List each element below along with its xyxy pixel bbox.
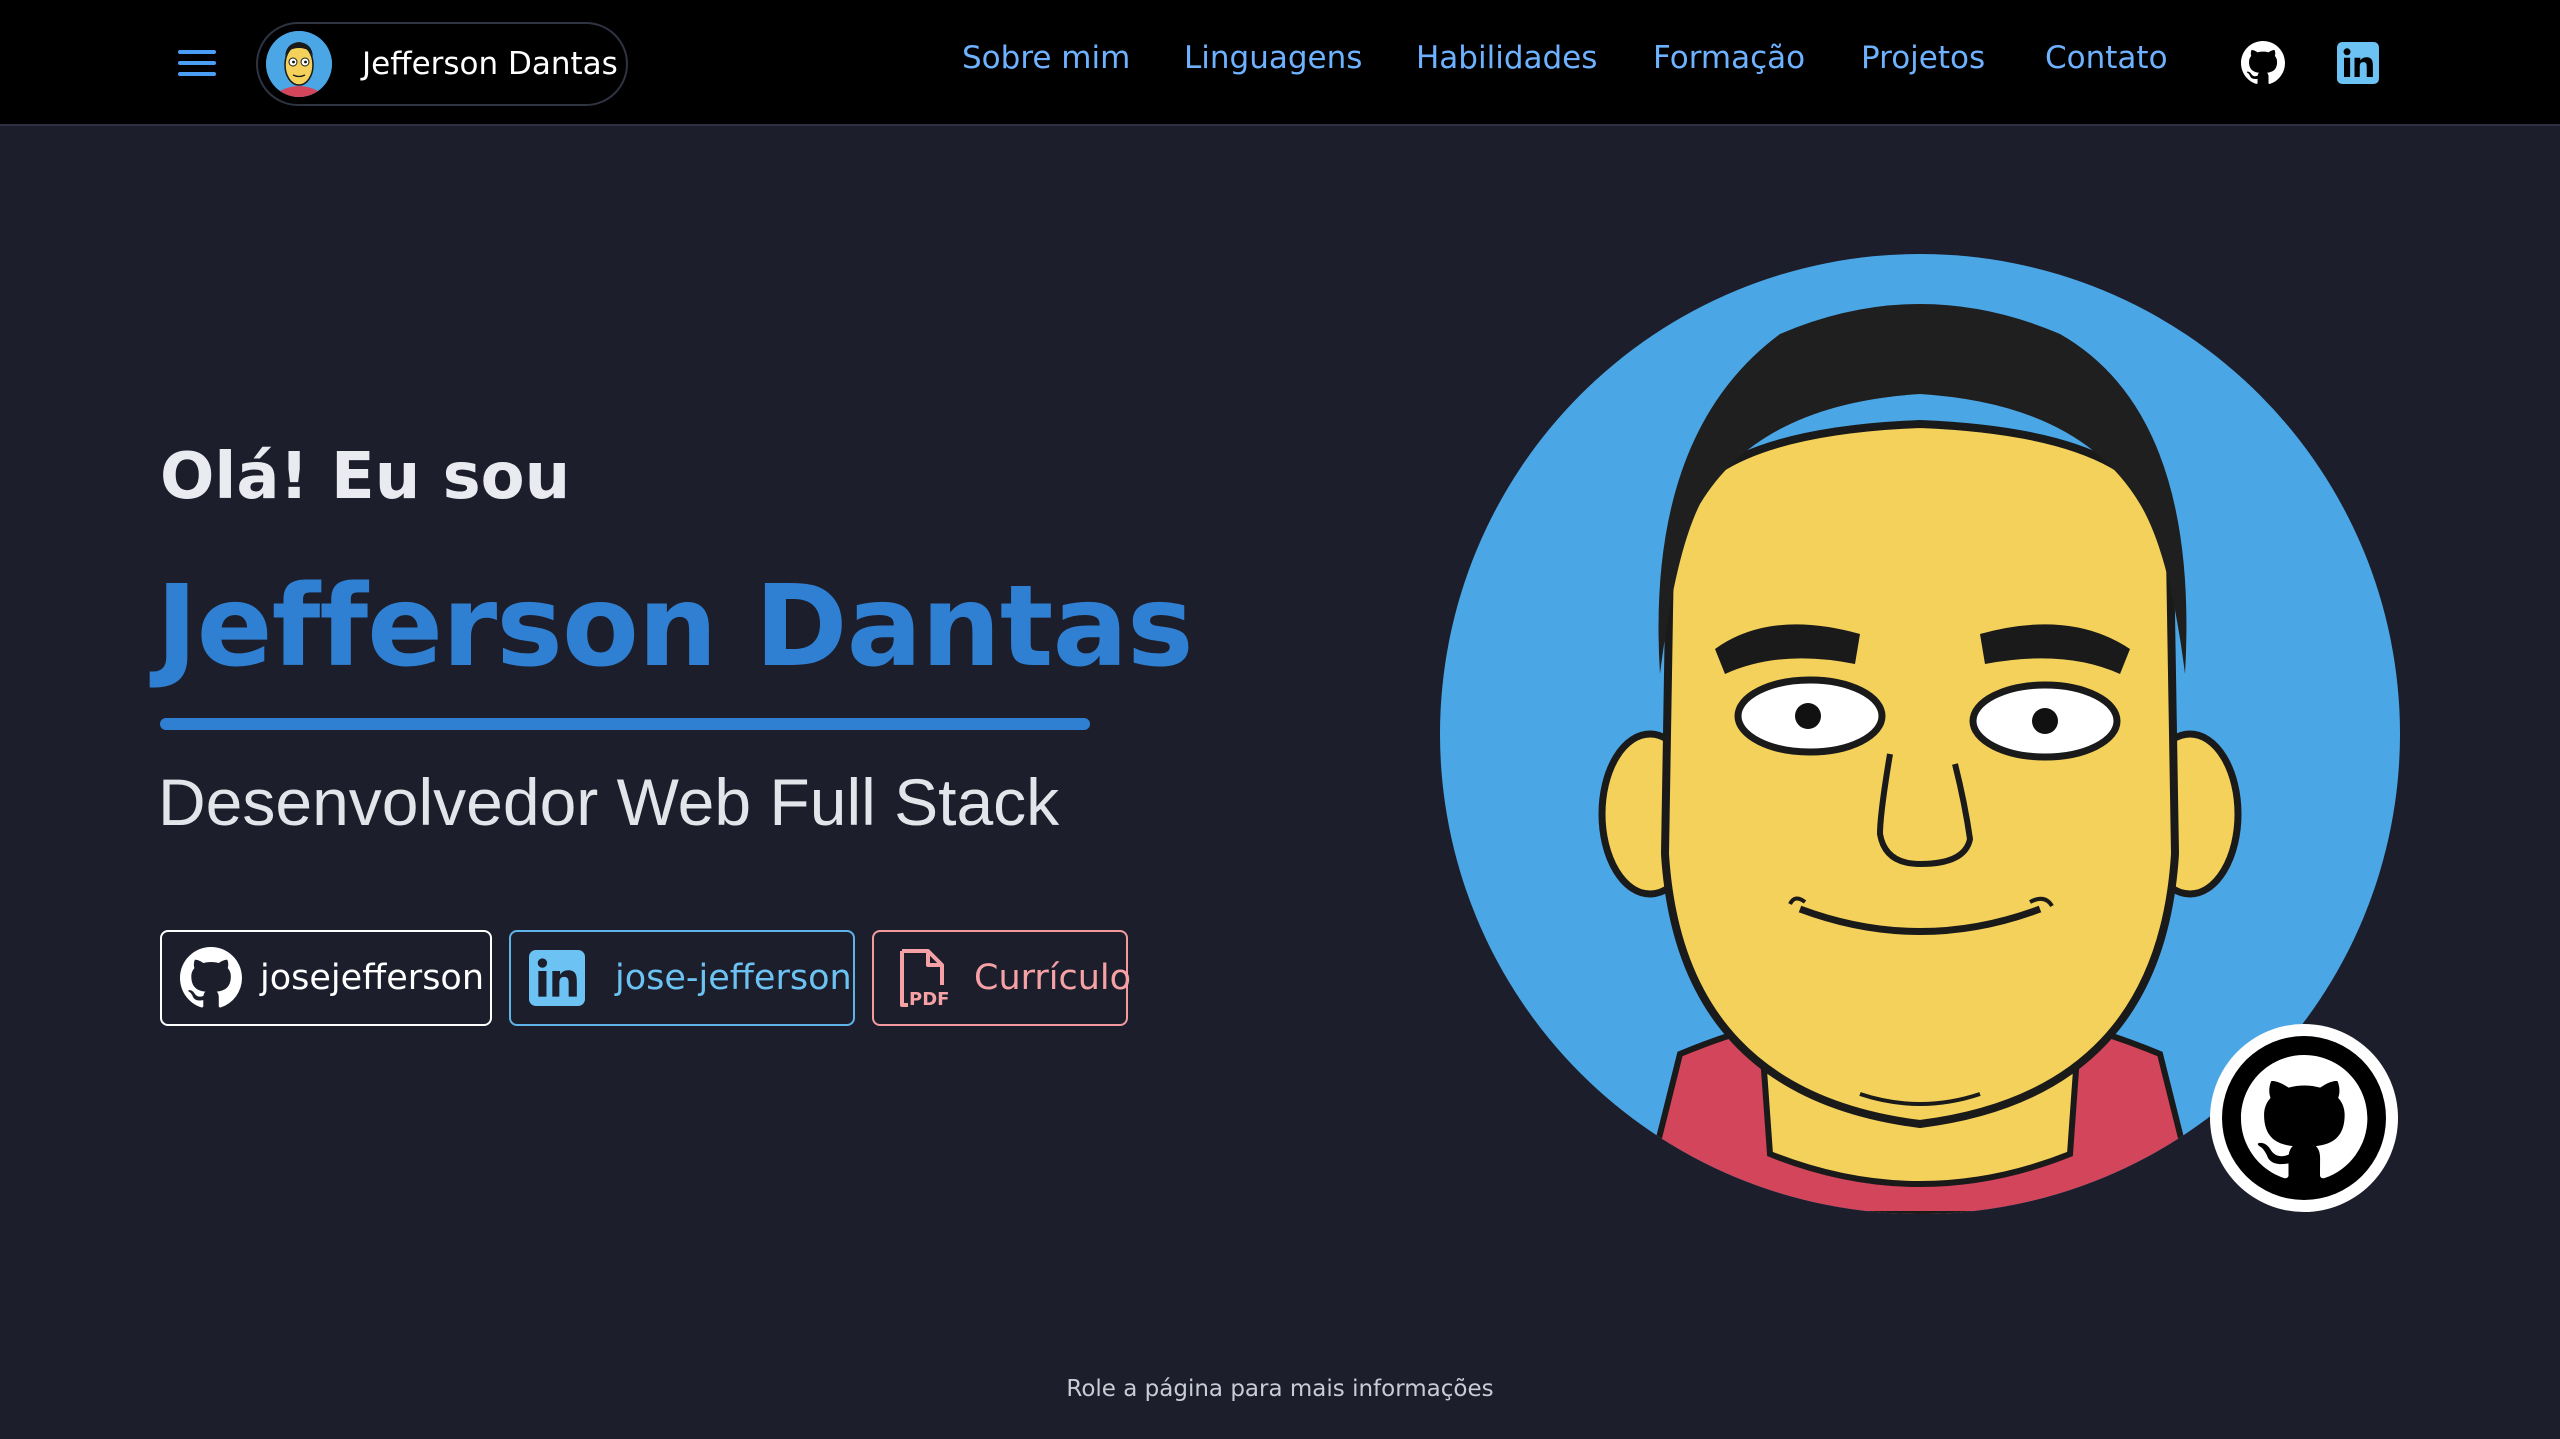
brand-button[interactable]: Jefferson Dantas: [256, 22, 628, 106]
linkedin-icon[interactable]: [2337, 42, 2379, 84]
linkedin-username: jose-jefferson: [615, 958, 852, 998]
github-icon[interactable]: [2208, 1022, 2400, 1214]
nav-link-formacao[interactable]: Formação: [1653, 40, 1805, 76]
github-icon: [180, 947, 242, 1009]
nav-link-projetos[interactable]: Projetos: [1861, 40, 1985, 76]
role-subtitle: Desenvolvedor Web Full Stack: [158, 765, 1060, 839]
linkedin-icon: [529, 947, 591, 1009]
nav-link-habilidades[interactable]: Habilidades: [1416, 40, 1597, 76]
github-profile-button[interactable]: josejefferson: [160, 930, 492, 1026]
menu-icon[interactable]: [178, 48, 218, 78]
brand-name: Jefferson Dantas: [362, 46, 618, 82]
pdf-file-icon: PDF: [892, 947, 954, 1010]
github-icon[interactable]: [2241, 41, 2285, 85]
linkedin-profile-button[interactable]: jose-jefferson: [509, 930, 855, 1026]
nav-link-sobre-mim[interactable]: Sobre mim: [962, 40, 1130, 76]
top-navbar: Jefferson Dantas Sobre mim Linguagens Ha…: [0, 0, 2560, 126]
nav-link-contato[interactable]: Contato: [2045, 40, 2168, 76]
github-username: josejefferson: [260, 958, 485, 998]
name-underline: [160, 718, 1090, 730]
nav-link-linguagens[interactable]: Linguagens: [1184, 40, 1362, 76]
greeting-text: Olá! Eu sou: [160, 440, 571, 514]
scroll-hint: Role a página para mais informações: [1066, 1376, 1494, 1402]
resume-label: Currículo: [974, 958, 1132, 998]
hero-name: Jefferson Dantas: [156, 562, 1194, 692]
resume-button[interactable]: PDF Currículo: [872, 930, 1132, 1026]
pdf-icon-label: PDF: [909, 989, 949, 1009]
avatar: [266, 31, 332, 97]
